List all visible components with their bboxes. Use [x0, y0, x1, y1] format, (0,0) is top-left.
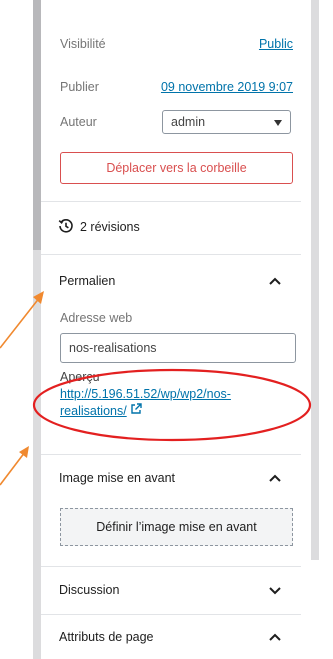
publish-row: Publier 09 novembre 2019 9:07: [60, 77, 293, 97]
external-link-icon: [130, 403, 142, 420]
divider: [41, 201, 301, 202]
left-scrollbar-thumb[interactable]: [33, 0, 41, 250]
publish-date-link[interactable]: 09 novembre 2019 9:07: [161, 80, 293, 94]
discussion-panel-toggle[interactable]: Discussion: [41, 568, 301, 612]
chevron-up-icon: [269, 277, 281, 285]
permalink-panel-toggle[interactable]: Permalien: [41, 259, 301, 303]
revisions-link[interactable]: 2 révisions: [58, 217, 140, 237]
featured-image-panel-toggle[interactable]: Image mise en avant: [41, 456, 301, 500]
document-settings-sidebar: [41, 0, 301, 659]
discussion-panel-title: Discussion: [59, 583, 120, 597]
visibility-link[interactable]: Public: [259, 37, 293, 51]
right-scrollbar-thumb[interactable]: [311, 0, 319, 560]
divider: [41, 566, 301, 567]
chevron-down-icon: [269, 587, 281, 595]
author-select-value: admin: [171, 115, 206, 129]
publish-label: Publier: [60, 80, 99, 94]
revisions-label: 2 révisions: [80, 220, 140, 234]
page-attributes-panel-toggle[interactable]: Attributs de page: [41, 615, 301, 659]
chevron-up-icon: [269, 474, 281, 482]
url-slug-input[interactable]: nos-realisations: [60, 333, 296, 363]
divider: [41, 454, 301, 455]
history-icon: [58, 218, 74, 237]
set-featured-image-button[interactable]: Définir l’image mise en avant: [60, 508, 293, 546]
permalink-panel-title: Permalien: [59, 274, 116, 288]
author-label: Auteur: [60, 115, 97, 129]
preview-label: Aperçu: [60, 370, 100, 384]
divider: [41, 254, 301, 255]
visibility-label: Visibilité: [60, 37, 106, 51]
author-select[interactable]: admin: [162, 110, 291, 134]
page-attributes-panel-title: Attributs de page: [59, 630, 154, 644]
right-scrollbar[interactable]: [301, 0, 333, 659]
visibility-row: Visibilité Public: [60, 34, 293, 54]
chevron-down-icon: [274, 115, 282, 129]
preview-link[interactable]: http://5.196.51.52/wp/wp2/nos-realisatio…: [60, 386, 280, 420]
preview-url[interactable]: http://5.196.51.52/wp/wp2/nos-realisatio…: [60, 387, 231, 418]
move-to-trash-button[interactable]: Déplacer vers la corbeille: [60, 152, 293, 184]
url-field-label: Adresse web: [60, 311, 133, 325]
chevron-up-icon: [269, 633, 281, 641]
left-scrollbar[interactable]: [33, 0, 41, 659]
annotation-arrow: [0, 446, 29, 486]
featured-image-panel-title: Image mise en avant: [59, 471, 176, 485]
